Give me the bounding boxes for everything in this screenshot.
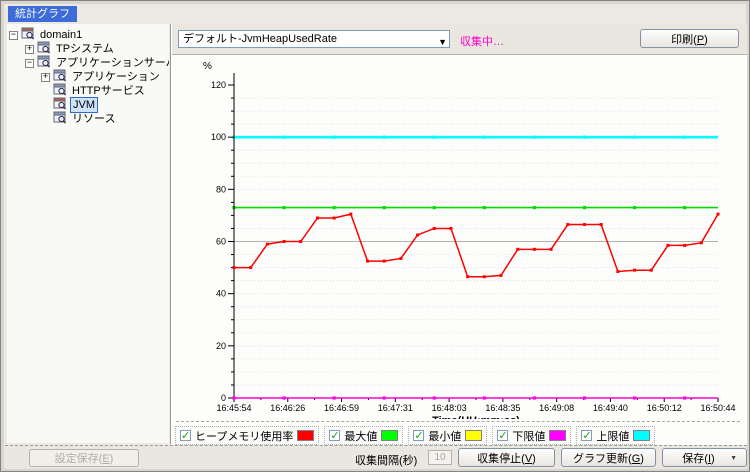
expand-icon[interactable]: + [41, 73, 50, 82]
tree-item-label[interactable]: アプリケーションサーバ [54, 56, 169, 70]
svg-text:16:50:44: 16:50:44 [700, 403, 735, 413]
legend-checkbox-ヒープメモリ使用率[interactable] [180, 430, 191, 441]
server-tree: −domain1 + TPシステム − アプリケーションサーバ + アプリケーションHTTP… [7, 24, 169, 443]
legend-checkbox-下限値[interactable] [497, 430, 508, 441]
svg-text:0: 0 [221, 393, 226, 403]
tree-item-label[interactable]: JVM [70, 97, 98, 113]
svg-text:16:50:12: 16:50:12 [647, 403, 682, 413]
collection-status-text: 収集中… [460, 33, 504, 49]
svg-text:20: 20 [216, 341, 226, 351]
legend-color-swatch [381, 430, 398, 441]
svg-text:16:48:03: 16:48:03 [432, 403, 467, 413]
interval-label: 収集間隔(秒) [355, 452, 417, 468]
collapse-icon[interactable]: − [9, 31, 18, 40]
tree-item-label[interactable]: アプリケーション [70, 70, 162, 84]
legend-checkbox-上限値[interactable] [581, 430, 592, 441]
legend-item-上限値: 上限値 [576, 426, 655, 445]
svg-text:16:45:54: 16:45:54 [216, 403, 251, 413]
graph-select-value: デフォルト-JvmHeapUsedRate [183, 33, 337, 45]
legend-divider [176, 421, 740, 422]
legend-item-ヒープメモリ使用率: ヒープメモリ使用率 [175, 426, 319, 445]
legend-color-swatch [465, 430, 482, 441]
legend-label: 最小値 [428, 428, 461, 444]
chevron-down-icon[interactable]: ▼ [438, 34, 447, 50]
svg-text:120: 120 [211, 80, 226, 90]
save-settings-button[interactable]: 設定保存(E) [29, 449, 139, 467]
stop-collection-button[interactable]: 収集停止(V) [458, 448, 555, 467]
legend-color-swatch [633, 430, 650, 441]
graph-panel: デフォルト-JvmHeapUsedRate ▼ 収集中… 印刷(P) % 020… [172, 24, 747, 445]
legend-item-下限値: 下限値 [492, 426, 571, 445]
tree-item-label[interactable]: HTTPサービス [70, 84, 147, 98]
legend-color-swatch [549, 430, 566, 441]
bottom-bar: 設定保存(E) 収集間隔(秒) 収集停止(V) グラフ更新(G) 保存(I) [5, 446, 747, 469]
legend-label: 最大値 [344, 428, 377, 444]
tree-item-domain1[interactable]: −domain1 [7, 28, 169, 42]
tree-item-リソース[interactable]: リソース [7, 112, 169, 126]
expand-icon[interactable]: + [25, 45, 34, 54]
svg-text:60: 60 [216, 237, 226, 247]
legend-label: 下限値 [512, 428, 545, 444]
monitor-node-icon [37, 55, 51, 72]
tab-statistics-graph[interactable]: 統計グラフ [8, 6, 77, 22]
heap-usage-line-chart: 0 20 40 60 80 100 120 16:45:54 16:46:26 16:46:59 1… [172, 56, 743, 419]
svg-text:80: 80 [216, 184, 226, 194]
legend-checkbox-最小値[interactable] [413, 430, 424, 441]
svg-text:16:46:26: 16:46:26 [270, 403, 305, 413]
svg-text:16:49:40: 16:49:40 [593, 403, 628, 413]
tree-item-label[interactable]: TPシステム [54, 42, 116, 56]
tree-item-アプリケーション[interactable]: + アプリケーション [7, 70, 169, 84]
legend-item-最小値: 最小値 [408, 426, 487, 445]
monitor-node-icon [53, 111, 67, 128]
refresh-graph-button[interactable]: グラフ更新(G) [561, 448, 656, 467]
svg-text:40: 40 [216, 289, 226, 299]
print-button[interactable]: 印刷(P) [640, 29, 739, 48]
svg-text:16:48:35: 16:48:35 [485, 403, 520, 413]
monitor-node-icon [21, 27, 35, 44]
tree-item-label[interactable]: リソース [70, 112, 117, 126]
legend-color-swatch [297, 430, 314, 441]
legend-item-最大値: 最大値 [324, 426, 403, 445]
svg-text:16:46:59: 16:46:59 [324, 403, 359, 413]
tree-item-アプリケーションサーバ[interactable]: − アプリケーションサーバ [7, 56, 169, 70]
tree-item-HTTPサービス[interactable]: HTTPサービス [7, 84, 169, 98]
svg-text:100: 100 [211, 132, 226, 142]
tree-item-TPシステム[interactable]: + TPシステム [7, 42, 169, 56]
statistics-graph-window: 統計グラフ −domain1 + TPシステム − アプリケーションサーバ + アプリケーシ… [0, 0, 750, 472]
legend-checkbox-最大値[interactable] [329, 430, 340, 441]
collapse-icon[interactable]: − [25, 59, 34, 68]
svg-text:16:49:08: 16:49:08 [539, 403, 574, 413]
chart-legend: ヒープメモリ使用率 最大値 最小値 下限値 上限値 [175, 426, 655, 445]
legend-label: 上限値 [596, 428, 629, 444]
svg-text:16:47:31: 16:47:31 [378, 403, 413, 413]
graph-toolbar: デフォルト-JvmHeapUsedRate ▼ 収集中… 印刷(P) [172, 24, 747, 54]
tree-item-JVM[interactable]: JVM [7, 98, 169, 112]
save-button[interactable]: 保存(I) [662, 448, 747, 467]
svg-text:Time(HH:mm:ss): Time(HH:mm:ss) [432, 415, 520, 419]
legend-label: ヒープメモリ使用率 [195, 428, 293, 444]
graph-select-dropdown[interactable]: デフォルト-JvmHeapUsedRate ▼ [178, 30, 450, 48]
interval-input[interactable] [428, 450, 452, 465]
